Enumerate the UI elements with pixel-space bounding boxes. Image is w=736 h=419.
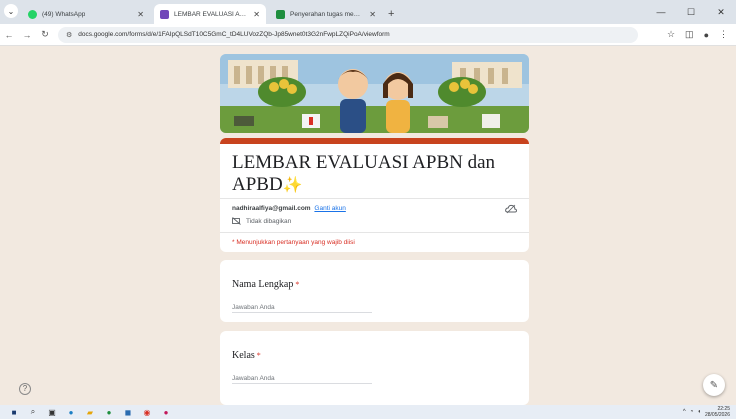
tab-title: LEMBAR EVALUASI APBN dan A <box>174 10 247 18</box>
question-label: Kelas * <box>232 350 261 361</box>
question-text: Kelas <box>232 350 255 361</box>
tab-classroom[interactable]: Penyerahan tugas mengolah h ✕ <box>270 4 382 24</box>
required-asterisk: * <box>295 280 300 289</box>
clock-date: 28/05/2026 <box>704 412 730 418</box>
url-input[interactable]: ⚙ docs.google.com/forms/d/e/1FAIpQLSdT10… <box>58 26 638 43</box>
account-email: nadhiraalfiya@gmail.com <box>232 205 311 212</box>
question-text: Nama Lengkap <box>232 279 294 290</box>
edge-icon[interactable]: ● <box>66 407 76 417</box>
help-icon[interactable]: ? <box>19 383 31 395</box>
whatsapp-icon <box>28 9 37 19</box>
google-classroom-icon <box>276 9 285 19</box>
chrome-icon[interactable]: ◉ <box>142 407 152 417</box>
menu-icon[interactable]: ⋮ <box>719 29 728 40</box>
volume-icon[interactable]: ◖ <box>697 409 701 415</box>
close-icon[interactable]: ✕ <box>137 10 144 19</box>
form-title-text: LEMBAR EVALUASI APBN dan APBD <box>232 152 496 195</box>
close-window-icon[interactable]: ✕ <box>706 7 736 18</box>
divider <box>220 232 529 233</box>
question-card-nama-lengkap: Nama Lengkap * <box>220 260 529 322</box>
reload-icon[interactable]: ↻ <box>36 29 54 40</box>
extensions-icon[interactable]: ◫ <box>685 29 694 40</box>
bookmark-star-icon[interactable]: ☆ <box>667 29 675 40</box>
taskbar: ■ ⌕ ▣ ● ▰ ● ◼ ◉ ● ^ ◔ ◖ 22:25 28/05/2026 <box>0 405 736 419</box>
app-icon[interactable]: ● <box>104 407 114 417</box>
form-title-card: LEMBAR EVALUASI APBN dan APBD✨ nadhiraal… <box>220 138 529 252</box>
task-view-icon[interactable]: ▣ <box>47 407 57 417</box>
window-controls: — ☐ ✕ <box>646 0 736 24</box>
browser-tab-strip: ⌄ (49) WhatsApp ✕ LEMBAR EVALUASI APBN d… <box>0 0 736 24</box>
not-shared-text: Tidak dibagikan <box>246 217 292 225</box>
url-text: docs.google.com/forms/d/e/1FAIpQLSdT10C5… <box>78 31 390 38</box>
not-shared-row: Tidak dibagikan <box>232 217 291 225</box>
form-header-image <box>220 54 529 133</box>
maximize-icon[interactable]: ☐ <box>676 7 706 18</box>
new-tab-button[interactable]: + <box>388 4 394 24</box>
search-icon[interactable]: ⌕ <box>28 407 38 417</box>
divider <box>220 198 529 199</box>
nama-lengkap-input[interactable] <box>232 303 372 313</box>
clock[interactable]: 22:25 28/05/2026 <box>705 406 730 418</box>
tab-form[interactable]: LEMBAR EVALUASI APBN dan A ✕ <box>154 4 266 24</box>
file-explorer-icon[interactable]: ▰ <box>85 407 95 417</box>
tab-whatsapp[interactable]: (49) WhatsApp ✕ <box>22 4 150 24</box>
question-label: Nama Lengkap * <box>232 279 299 290</box>
kelas-input[interactable] <box>232 374 372 384</box>
banner-illustration <box>220 54 529 133</box>
required-note: * Menunjukkan pertanyaan yang wajib diis… <box>232 239 355 246</box>
tab-title: Penyerahan tugas mengolah h <box>290 10 363 18</box>
question-card-kelas: Kelas * <box>220 331 529 405</box>
system-tray: ^ ◔ ◖ 22:25 28/05/2026 <box>683 406 736 418</box>
tab-search-icon[interactable]: ⌄ <box>4 4 18 18</box>
profile-icon[interactable]: ● <box>704 30 709 40</box>
windows-start-icon[interactable]: ■ <box>9 407 19 417</box>
close-icon[interactable]: ✕ <box>253 10 260 19</box>
not-shared-icon <box>232 217 241 225</box>
minimize-icon[interactable]: — <box>646 7 676 17</box>
form-page: LEMBAR EVALUASI APBN dan APBD✨ nadhiraal… <box>0 47 736 405</box>
chevron-up-icon[interactable]: ^ <box>683 409 686 415</box>
site-info-icon[interactable]: ⚙ <box>66 31 72 39</box>
store-icon[interactable]: ◼ <box>123 407 133 417</box>
app-icon[interactable]: ● <box>161 407 171 417</box>
forward-icon[interactable]: → <box>18 30 36 40</box>
close-icon[interactable]: ✕ <box>369 10 376 19</box>
network-icon[interactable]: ◔ <box>690 409 694 415</box>
sparkle-emoji: ✨ <box>282 177 303 194</box>
edit-pencil-button[interactable]: ✎ <box>703 374 725 396</box>
required-asterisk: * <box>256 351 261 360</box>
address-bar-row: ← → ↻ ⚙ docs.google.com/forms/d/e/1FAIpQ… <box>0 24 736 46</box>
form-title: LEMBAR EVALUASI APBN dan APBD✨ <box>232 152 522 197</box>
switch-account-link[interactable]: Ganti akun <box>314 205 345 212</box>
account-info: nadhiraalfiya@gmail.com Ganti akun <box>232 205 346 212</box>
google-forms-icon <box>160 9 169 19</box>
tab-title: (49) WhatsApp <box>42 10 86 18</box>
cloud-saved-icon <box>505 204 517 214</box>
back-icon[interactable]: ← <box>0 30 18 40</box>
